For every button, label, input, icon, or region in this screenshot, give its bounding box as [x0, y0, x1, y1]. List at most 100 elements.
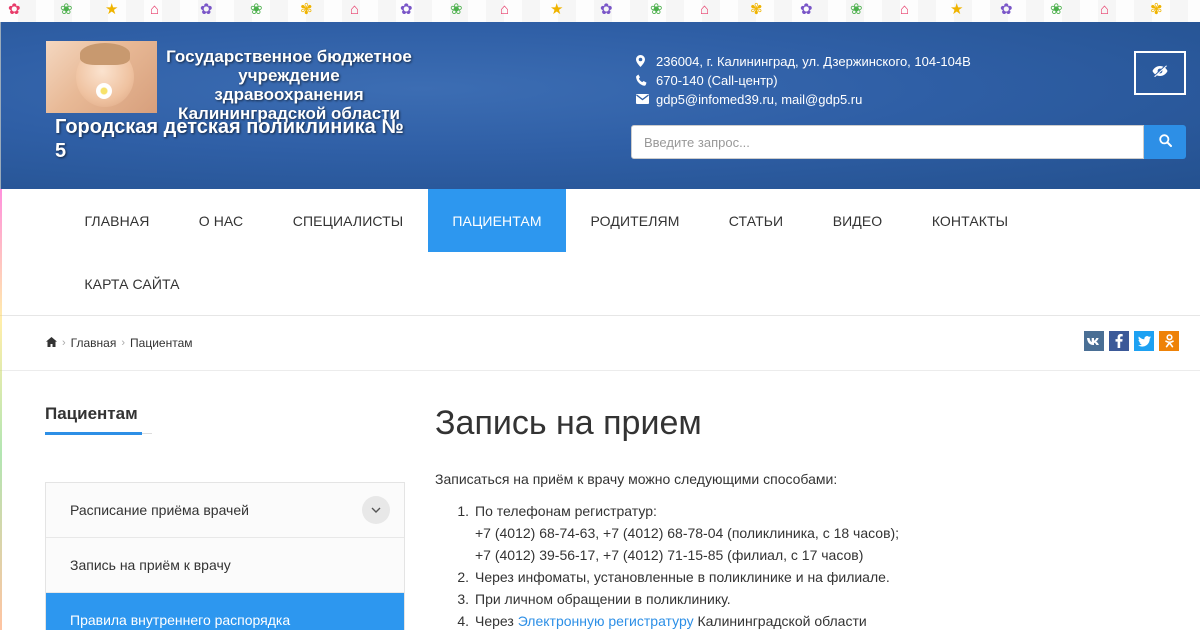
phone-row: 670-140 (Call-центр)	[636, 71, 971, 89]
nav-item-parents[interactable]: РОДИТЕЛЯМ	[566, 189, 704, 252]
nav-item-specialists[interactable]: СПЕЦИАЛИСТЫ	[268, 189, 428, 252]
search-form	[631, 125, 1186, 159]
eye-slash-icon	[1152, 64, 1168, 82]
nav-item-about[interactable]: О НАС	[174, 189, 268, 252]
doodle-icon: ★	[550, 1, 564, 18]
doodle-icon: ❀	[60, 1, 73, 18]
doodle-icon: ❀	[650, 1, 663, 18]
doodle-icon: ★	[950, 1, 964, 18]
nav-item-articles[interactable]: СТАТЬИ	[704, 189, 808, 252]
baby-hair-image	[80, 43, 130, 65]
list-item: 3. При личном обращении в поликлинику.	[435, 588, 1155, 610]
map-marker-icon	[636, 55, 656, 67]
doodle-icon: ❀	[1050, 1, 1063, 18]
nav-item-home[interactable]: ГЛАВНАЯ	[60, 189, 174, 252]
doodle-icon: ❀	[450, 1, 463, 18]
nav-item-sitemap[interactable]: КАРТА САЙТА	[60, 252, 204, 315]
sidebar-menu: Расписание приёма врачей Запись на приём…	[45, 482, 405, 630]
list-item-text: Калининградской области	[693, 613, 867, 629]
sidebar-item-label: Правила внутреннего распорядка	[70, 612, 291, 628]
doodle-icon: ⌂	[700, 1, 710, 18]
main-navigation: ГЛАВНАЯ О НАС СПЕЦИАЛИСТЫ ПАЦИЕНТАМ РОДИ…	[0, 189, 1200, 316]
address-text: 236004, г. Калининград, ул. Дзержинского…	[656, 53, 971, 69]
breadcrumb-separator-icon: ›	[62, 337, 66, 349]
appointment-methods-list: 1. По телефонам регистратур: +7 (4012) 6…	[435, 500, 1155, 630]
email-row: gdp5@infomed39.ru, mail@gdp5.ru	[636, 90, 971, 108]
decorative-left-edge	[0, 189, 2, 630]
list-number: 3.	[457, 591, 469, 607]
doodle-icon: ✿	[1000, 1, 1013, 18]
list-number: 2.	[457, 569, 469, 585]
sidebar-item-schedule[interactable]: Расписание приёма врачей	[46, 483, 404, 538]
logo-photo[interactable]	[46, 41, 157, 113]
doodle-icon: ✿	[200, 1, 213, 18]
electronic-registry-link[interactable]: Электронную регистратуру	[518, 613, 694, 629]
nav-item-video[interactable]: ВИДЕО	[808, 189, 907, 252]
list-item-text: Через инфоматы, установленные в поликлин…	[475, 569, 890, 585]
odnoklassniki-icon[interactable]	[1159, 331, 1179, 351]
list-number: 4.	[457, 613, 469, 629]
breadcrumb-bar: › Главная › Пациентам	[0, 316, 1200, 371]
list-item: 2. Через инфоматы, установленные в полик…	[435, 566, 1155, 588]
chevron-down-icon[interactable]	[362, 496, 390, 524]
accessibility-version-button[interactable]	[1134, 51, 1186, 95]
breadcrumb-current: Пациентам	[130, 336, 193, 350]
list-number: 1.	[457, 503, 469, 519]
breadcrumb: › Главная › Пациентам	[46, 336, 193, 350]
page-title: Запись на прием	[435, 404, 702, 442]
doodle-icon: ⌂	[500, 1, 510, 18]
list-item: 1. По телефонам регистратур: +7 (4012) 6…	[435, 500, 1155, 566]
email-text[interactable]: gdp5@infomed39.ru, mail@gdp5.ru	[656, 92, 862, 107]
twitter-icon[interactable]	[1134, 331, 1154, 351]
doodle-icon: ⌂	[350, 1, 360, 18]
clinic-name[interactable]: Городская детская поликлиника № 5	[55, 115, 415, 163]
nav-item-contacts[interactable]: КОНТАКТЫ	[907, 189, 1033, 252]
phone-numbers-branch: +7 (4012) 39-56-17, +7 (4012) 71-15-85 (…	[475, 547, 864, 563]
envelope-icon	[636, 94, 656, 104]
doodle-icon: ❀	[850, 1, 863, 18]
flower-image	[96, 83, 112, 99]
search-button[interactable]	[1144, 125, 1186, 159]
facebook-icon[interactable]	[1109, 331, 1129, 351]
doodle-icon: ✿	[600, 1, 613, 18]
organization-name[interactable]: Государственное бюджетное учреждение здр…	[163, 47, 415, 123]
doodle-icon: ⌂	[1100, 1, 1110, 18]
doodle-icon: ❀	[250, 1, 263, 18]
sidebar-item-rules[interactable]: Правила внутреннего распорядка	[46, 593, 404, 630]
org-line-2: учреждение здравоохранения	[214, 66, 364, 104]
list-item: 4. Через Электронную регистратуру Калини…	[435, 610, 1155, 630]
doodle-icon: ★	[105, 1, 119, 18]
breadcrumb-home-link[interactable]: Главная	[71, 336, 117, 350]
doodle-icon: ✿	[400, 1, 413, 18]
doodle-icon: ✾	[1150, 1, 1163, 18]
sidebar-item-label: Расписание приёма врачей	[70, 502, 249, 518]
doodle-icon: ✿	[8, 1, 21, 18]
phone-numbers-main: +7 (4012) 68-74-63, +7 (4012) 68-78-04 (…	[475, 525, 900, 541]
search-input[interactable]	[631, 125, 1144, 159]
doodle-icon: ⌂	[900, 1, 910, 18]
doodle-icon: ✿	[800, 1, 813, 18]
decorative-pattern-strip: ✿ ❀ ★ ⌂ ✿ ❀ ✾ ⌂ ✿ ❀ ⌂ ★ ✿ ❀ ⌂ ✾ ✿ ❀ ⌂ ★ …	[0, 0, 1200, 22]
nav-item-patients[interactable]: ПАЦИЕНТАМ	[428, 189, 566, 252]
social-share	[1084, 331, 1179, 351]
sidebar-item-label: Запись на приём к врачу	[70, 557, 231, 573]
sidebar-title-underline	[45, 432, 142, 435]
contact-info: 236004, г. Калининград, ул. Дзержинского…	[636, 52, 971, 109]
list-item-text: Через	[475, 613, 518, 629]
breadcrumb-separator-icon: ›	[121, 337, 126, 349]
phone-icon	[636, 74, 656, 86]
sidebar-title: Пациентам	[45, 404, 138, 423]
list-item-text: По телефонам регистратур:	[475, 503, 657, 519]
sidebar-title-divider	[142, 433, 152, 434]
sidebar-item-appointment[interactable]: Запись на приём к врачу	[46, 538, 404, 593]
vk-icon[interactable]	[1084, 331, 1104, 351]
org-line-1: Государственное бюджетное	[166, 47, 412, 66]
home-icon[interactable]	[46, 336, 57, 350]
phone-text[interactable]: 670-140 (Call-центр)	[656, 73, 778, 88]
list-item-text: При личном обращении в поликлинику.	[475, 591, 731, 607]
intro-text: Записаться на приём к врачу можно следую…	[435, 471, 838, 487]
address-row: 236004, г. Калининград, ул. Дзержинского…	[636, 52, 971, 70]
search-icon	[1158, 134, 1172, 150]
doodle-icon: ⌂	[150, 1, 160, 18]
site-header: Государственное бюджетное учреждение здр…	[0, 22, 1200, 189]
